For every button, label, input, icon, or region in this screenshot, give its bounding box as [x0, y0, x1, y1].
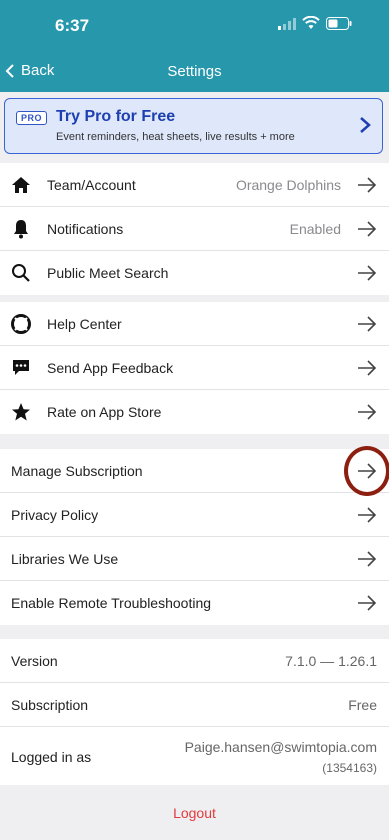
- row-label: Privacy Policy: [11, 506, 99, 523]
- account-section: Team/Account Orange Dolphins Notificatio…: [0, 163, 389, 295]
- row-value: Orange Dolphins: [235, 176, 341, 193]
- team-account-row[interactable]: Team/Account Orange Dolphins: [0, 163, 389, 207]
- subscription-value: Free: [348, 697, 377, 713]
- logged-in-email: Paige.hansen@swimtopia.com: [184, 739, 377, 755]
- pro-badge: PRO: [16, 111, 48, 125]
- privacy-policy-row[interactable]: Privacy Policy: [0, 493, 389, 537]
- version-value: 7.1.0 — 1.26.1: [285, 653, 377, 669]
- star-icon: [10, 401, 32, 423]
- info-section: Version 7.1.0 — 1.26.1 Subscription Free…: [0, 639, 389, 785]
- notifications-row[interactable]: Notifications Enabled: [0, 207, 389, 251]
- row-label: Libraries We Use: [11, 550, 119, 567]
- arrow-right-icon: [358, 359, 377, 376]
- arrow-right-icon: [358, 315, 377, 332]
- cellular-signal-icon: [278, 18, 296, 30]
- row-label: Send App Feedback: [47, 359, 174, 376]
- row-label: Rate on App Store: [47, 404, 162, 420]
- arrow-right-icon: [358, 595, 377, 611]
- arrow-right-icon: [358, 404, 377, 420]
- row-label: Manage Subscription: [11, 462, 143, 479]
- promo-subtitle: Event reminders, heat sheets, live resul…: [56, 131, 295, 143]
- send-feedback-row[interactable]: Send App Feedback: [0, 346, 389, 390]
- help-center-row[interactable]: Help Center: [0, 302, 389, 346]
- status-time: 6:37: [55, 16, 90, 35]
- highlight-circle: [344, 446, 389, 496]
- version-label: Version: [11, 653, 58, 669]
- logged-in-row: Logged in as Paige.hansen@swimtopia.com …: [0, 727, 389, 785]
- libraries-row[interactable]: Libraries We Use: [0, 537, 389, 581]
- arrow-right-icon: [358, 220, 377, 237]
- row-label: Notifications: [47, 220, 124, 237]
- wifi-icon: [302, 16, 320, 29]
- row-label: Enable Remote Troubleshooting: [11, 595, 212, 611]
- search-icon: [10, 262, 32, 284]
- arrow-right-icon: [358, 265, 377, 281]
- legal-section: Manage Subscription Privacy Policy Libra…: [0, 449, 389, 625]
- battery-icon: [326, 17, 352, 30]
- remote-troubleshooting-row[interactable]: Enable Remote Troubleshooting: [0, 581, 389, 625]
- arrow-right-icon: [358, 550, 377, 567]
- home-icon: [10, 174, 32, 196]
- support-section: Help Center Send App Feedback Rate on Ap…: [0, 302, 389, 434]
- bell-icon: [10, 218, 32, 240]
- logged-in-id: (1354163): [322, 761, 377, 775]
- status-bar: 6:37: [0, 0, 389, 50]
- logout-button[interactable]: Logout: [0, 805, 389, 821]
- arrow-right-icon: [358, 506, 377, 523]
- row-label: Team/Account: [47, 176, 136, 193]
- promo-title: Try Pro for Free: [56, 108, 176, 125]
- row-label: Help Center: [47, 315, 122, 332]
- page-title: Settings: [167, 63, 222, 80]
- manage-subscription-row[interactable]: Manage Subscription: [0, 449, 389, 493]
- public-meet-search-row[interactable]: Public Meet Search: [0, 251, 389, 295]
- row-label: Public Meet Search: [47, 265, 169, 281]
- rate-app-row[interactable]: Rate on App Store: [0, 390, 389, 434]
- row-value: Enabled: [289, 220, 341, 237]
- lifebuoy-icon: [10, 313, 32, 335]
- subscription-label: Subscription: [11, 697, 89, 713]
- logged-in-label: Logged in as: [11, 749, 92, 765]
- chat-icon: [10, 357, 32, 379]
- version-row: Version 7.1.0 — 1.26.1: [0, 639, 389, 683]
- chevron-right-icon: [360, 117, 371, 133]
- subscription-row: Subscription Free: [0, 683, 389, 727]
- nav-bar: Back Settings: [0, 50, 389, 92]
- arrow-right-icon: [358, 176, 377, 193]
- try-pro-banner[interactable]: PRO Try Pro for Free Event reminders, he…: [4, 98, 383, 154]
